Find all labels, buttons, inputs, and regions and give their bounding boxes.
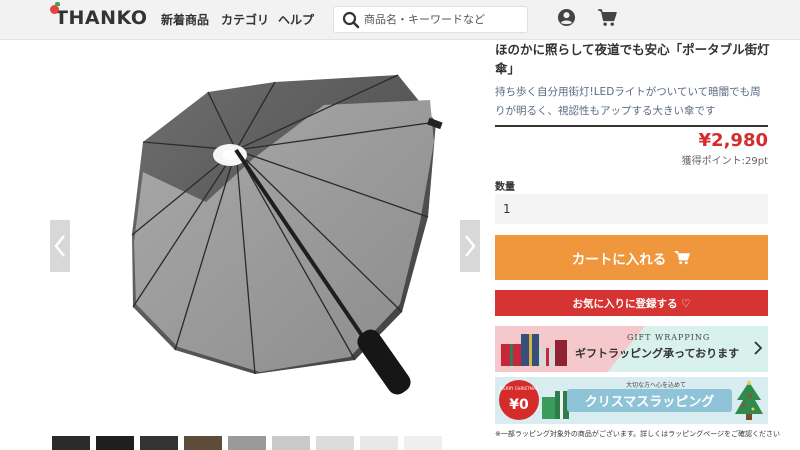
xmas-subtitle: 大切な方へ心を込めて <box>625 382 686 389</box>
thumbnail-strip <box>52 436 482 450</box>
thumbnail-3[interactable] <box>140 436 178 450</box>
product-description: 持ち歩く自分用街灯!LEDライトがついていて暗闇でも周りが明るく、視認性もアップ… <box>495 86 761 117</box>
gift-wrapping-banner[interactable]: GIFT WRAPPING ギフトラッピング承っております <box>495 326 768 372</box>
product-title: ほのかに照らして夜道でも安心「ポータブル街灯傘」 <box>495 42 770 76</box>
nav-category[interactable]: カテゴリ <box>221 11 269 28</box>
quantity-field[interactable] <box>495 194 768 224</box>
umbrella-image <box>131 74 443 395</box>
thumbnail-7[interactable] <box>316 436 354 450</box>
product-price: ¥2,980 <box>698 130 768 151</box>
search-icon[interactable] <box>342 11 360 33</box>
thumbnail-4[interactable] <box>184 436 222 450</box>
add-to-cart-button[interactable]: カートに入れる <box>495 235 768 280</box>
add-to-cart-label: カートに入れる <box>571 251 667 268</box>
thumbnail-5[interactable] <box>228 436 266 450</box>
gallery-prev-button[interactable] <box>50 220 70 272</box>
thumbnail-1[interactable] <box>52 436 90 450</box>
account-icon[interactable] <box>557 8 576 31</box>
gift-boxes-image <box>501 334 567 366</box>
reward-points: 獲得ポイント:29pt <box>681 156 768 167</box>
chevron-left-icon <box>54 235 65 257</box>
add-to-favorites-button[interactable]: お気に入りに登録する ♡ <box>495 290 768 316</box>
product-gallery <box>50 42 480 437</box>
gift-wrapping-en: GIFT WRAPPING <box>627 333 711 342</box>
thumbnail-9[interactable] <box>404 436 442 450</box>
logo-text: THANKO <box>55 7 148 29</box>
thumbnail-8[interactable] <box>360 436 398 450</box>
badge-price: ¥0 <box>509 397 529 413</box>
thanko-logo[interactable]: THANKO <box>50 2 148 29</box>
nav-new-items[interactable]: 新着商品 <box>161 11 209 28</box>
thumbnail-2[interactable] <box>96 436 134 450</box>
site-header: THANKO 新着商品 カテゴリ ヘルプ <box>0 0 800 40</box>
free-wrapping-badge: MERRY CHRISTMAS ¥0 <box>499 380 539 420</box>
search-box <box>333 6 528 33</box>
search-input[interactable] <box>364 10 522 29</box>
xmas-title: クリスマスラッピング <box>584 395 715 410</box>
nav-help[interactable]: ヘルプ <box>278 11 314 28</box>
gift-wrapping-jp: ギフトラッピング承っております <box>575 347 740 360</box>
divider <box>495 125 768 127</box>
gallery-next-button[interactable] <box>460 220 480 272</box>
thumbnail-6[interactable] <box>272 436 310 450</box>
badge-caption: MERRY CHRISTMAS <box>499 386 539 391</box>
xmas-tree-image <box>735 381 763 420</box>
wrapping-note: ※一部ラッピング対象外の商品がございます。詳しくはラッピングページをご確認くださ… <box>495 430 781 438</box>
logo-apple-mark <box>50 2 60 14</box>
cart-icon[interactable] <box>597 8 618 31</box>
quantity-label: 数量 <box>495 182 515 193</box>
cart-icon <box>674 250 691 265</box>
christmas-wrapping-banner[interactable]: MERRY CHRISTMAS ¥0 大切な方へ心を込めて クリスマスラッピング <box>495 377 768 424</box>
chevron-right-icon <box>754 341 763 355</box>
chevron-right-icon <box>465 235 476 257</box>
favorites-label: お気に入りに登録する ♡ <box>572 297 691 310</box>
